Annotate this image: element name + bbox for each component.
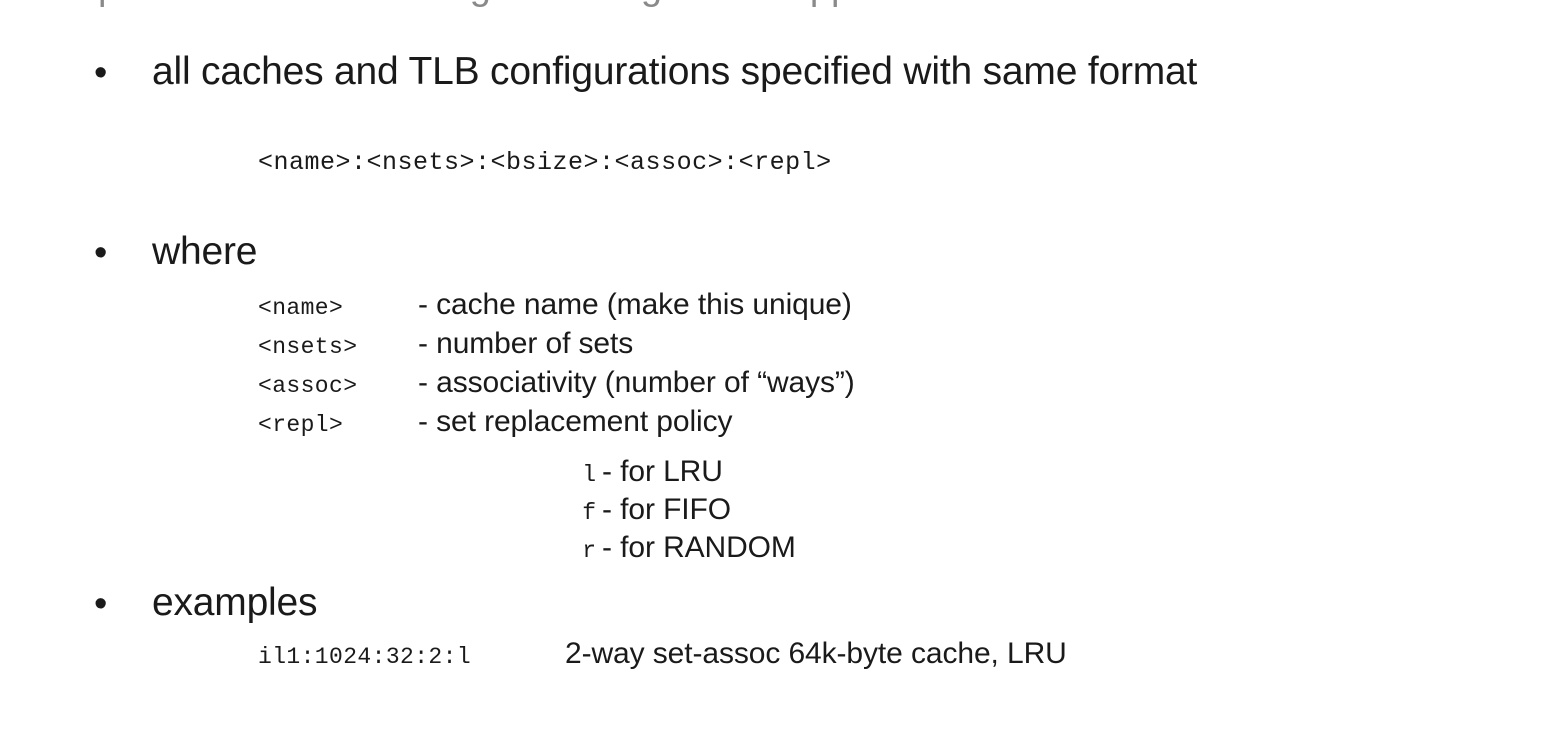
cache-config-format-spec: <name>:<nsets>:<bsize>:<assoc>:<repl>: [258, 148, 832, 177]
replacement-policy-row-random: r - for RANDOM: [470, 531, 990, 569]
bullet-point-icon: •: [94, 232, 108, 274]
replacement-policy-desc-fifo: - for FIFO: [602, 493, 731, 526]
bullet-label-examples: examples: [152, 581, 318, 624]
definition-row-name: <name> - cache name (make this unique): [258, 288, 1158, 327]
bullet-point-icon: •: [94, 52, 108, 94]
definition-desc-assoc: - associativity (number of “ways”): [418, 366, 855, 399]
definition-row-repl: <repl> - set replacement policy: [258, 405, 1158, 444]
definition-term-repl: <repl>: [258, 412, 344, 438]
definition-desc-repl: - set replacement policy: [418, 405, 733, 438]
replacement-policy-key-random: r: [582, 538, 596, 564]
bullet-item-caches-format: • all caches and TLB configurations spec…: [94, 50, 1198, 94]
example-row-il1: il1:1024:32:2:l 2-way set-assoc 64k-byte…: [258, 637, 1358, 677]
definition-term-name: <name>: [258, 295, 344, 321]
replacement-policy-row-fifo: f - for FIFO: [470, 493, 990, 531]
bullet-item-examples: • examples: [94, 581, 318, 625]
replacement-policy-key-lru: l: [582, 462, 596, 488]
field-definition-list: <name> - cache name (make this unique) <…: [258, 288, 1158, 444]
example-desc-il1: 2-way set-assoc 64k-byte cache, LRU: [565, 637, 1067, 670]
examples-list: il1:1024:32:2:l 2-way set-assoc 64k-byte…: [258, 637, 1358, 677]
clipped-previous-line: performance of the original configuratio…: [98, 0, 1398, 8]
bullet-point-icon: •: [94, 583, 108, 625]
replacement-policy-desc-random: - for RANDOM: [602, 531, 796, 564]
replacement-policy-row-lru: l - for LRU: [470, 455, 990, 493]
definition-desc-name: - cache name (make this unique): [418, 288, 852, 321]
definition-row-nsets: <nsets> - number of sets: [258, 327, 1158, 366]
definition-row-assoc: <assoc> - associativity (number of “ways…: [258, 366, 1158, 405]
replacement-policy-key-fifo: f: [582, 500, 596, 526]
slide-canvas: performance of the original configuratio…: [0, 0, 1546, 738]
replacement-policy-list: l - for LRU f - for FIFO r - for RANDOM: [470, 455, 990, 569]
example-spec-il1: il1:1024:32:2:l: [258, 644, 472, 670]
definition-term-assoc: <assoc>: [258, 373, 358, 399]
replacement-policy-desc-lru: - for LRU: [602, 455, 723, 488]
bullet-label-caches-format: all caches and TLB configurations specif…: [152, 50, 1198, 93]
definition-term-nsets: <nsets>: [258, 334, 358, 360]
definition-desc-nsets: - number of sets: [418, 327, 634, 360]
bullet-item-where: • where: [94, 230, 258, 274]
bullet-label-where: where: [152, 230, 258, 273]
